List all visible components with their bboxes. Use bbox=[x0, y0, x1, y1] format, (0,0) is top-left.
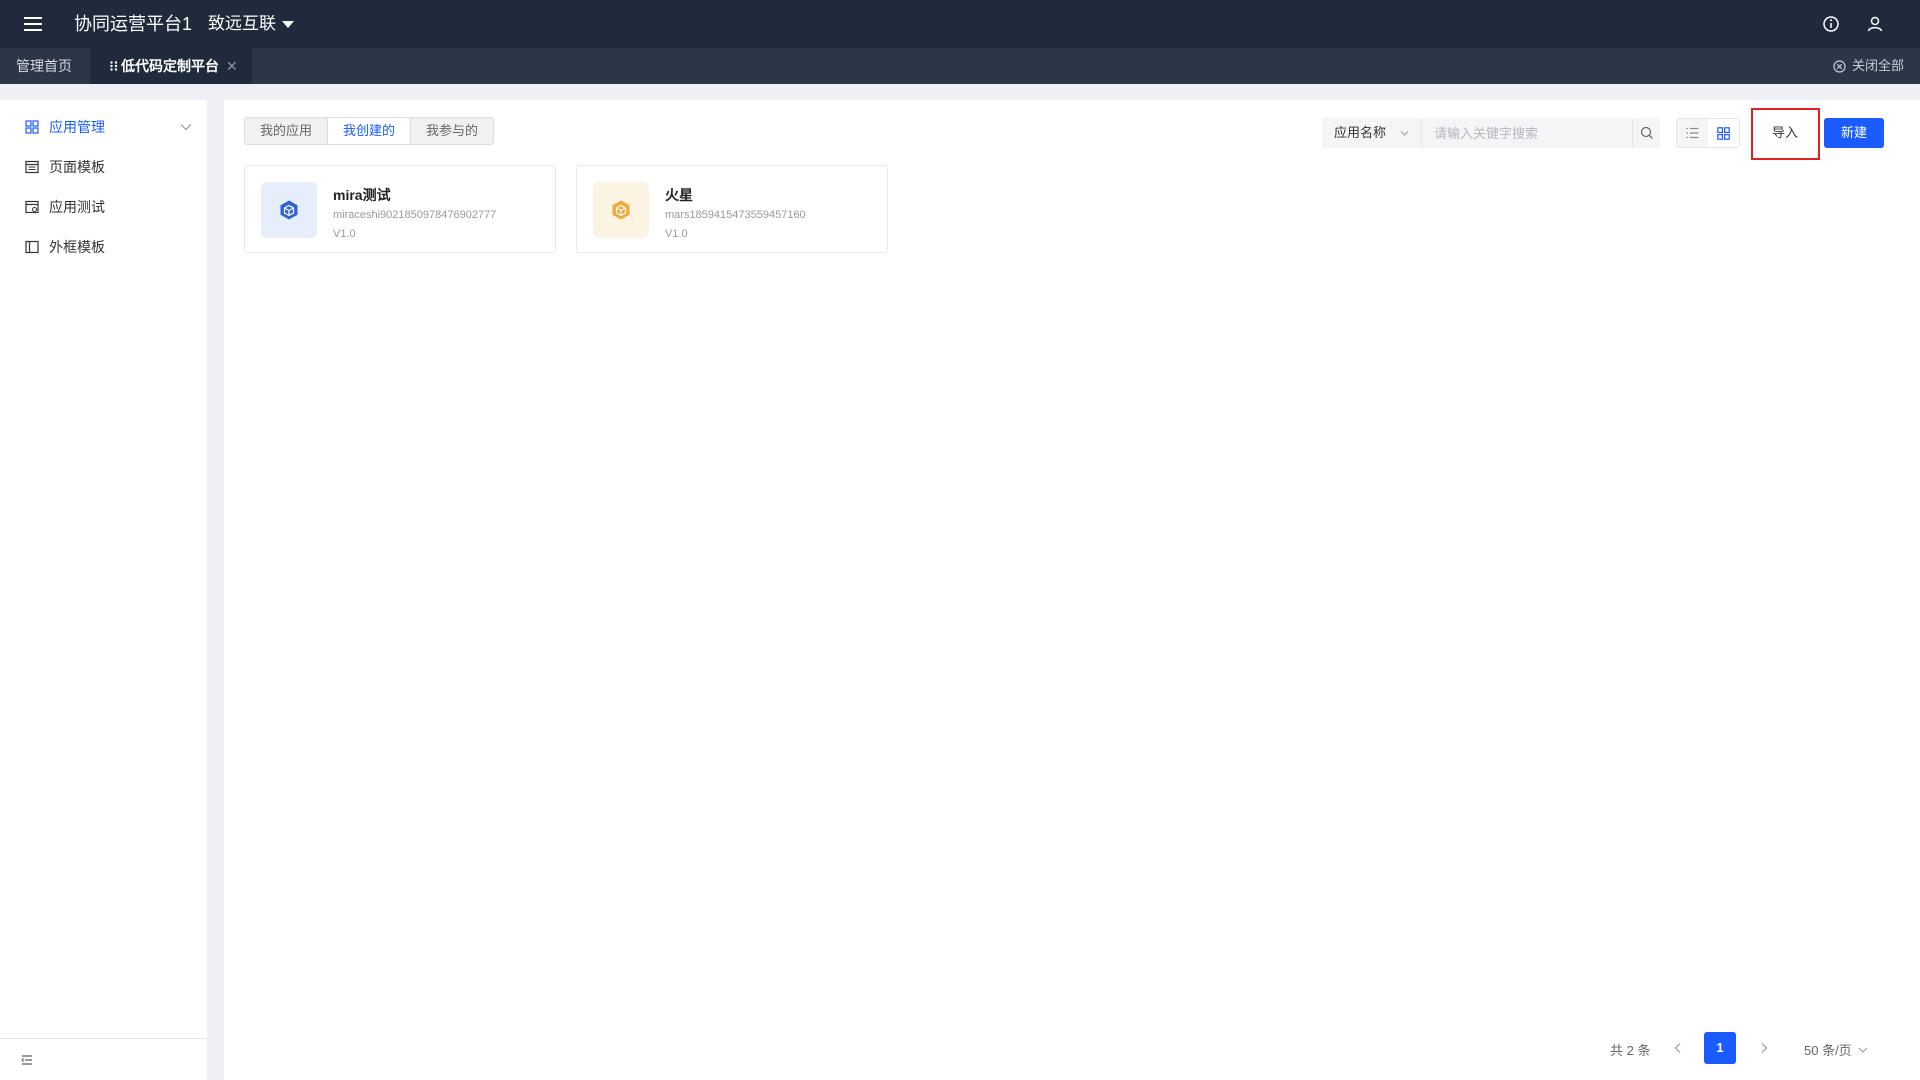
cube-icon bbox=[280, 200, 298, 220]
chevron-down-icon bbox=[1400, 131, 1409, 136]
close-tab-icon[interactable]: ✕ bbox=[226, 48, 238, 84]
sidebar: 应用管理 页面模板 应用测试 外框模板 bbox=[0, 100, 207, 1080]
chevron-down-icon bbox=[1858, 1047, 1868, 1053]
search-button[interactable] bbox=[1632, 118, 1660, 148]
grid-view-icon bbox=[1717, 127, 1730, 140]
frame-template-icon bbox=[25, 240, 39, 254]
search-icon bbox=[1640, 126, 1653, 139]
app-filter-tabs: 我的应用 我创建的 我参与的 bbox=[244, 117, 495, 145]
list-view-button[interactable] bbox=[1677, 119, 1708, 147]
menu-icon[interactable] bbox=[24, 17, 42, 31]
app-version: V1.0 bbox=[665, 228, 688, 240]
sidebar-item-label: 页面模板 bbox=[49, 159, 105, 175]
search-field-label: 应用名称 bbox=[1334, 125, 1387, 140]
search-group: 应用名称 bbox=[1322, 118, 1660, 148]
search-input[interactable] bbox=[1422, 118, 1632, 148]
new-button[interactable]: 新建 bbox=[1824, 118, 1884, 148]
org-name: 致远互联 bbox=[208, 14, 276, 33]
chevron-left-icon[interactable] bbox=[1672, 1042, 1684, 1054]
sidebar-item-frame-template[interactable]: 外框模板 bbox=[0, 227, 207, 267]
user-icon[interactable] bbox=[1865, 14, 1885, 34]
page-size-select[interactable]: 50 条/页 bbox=[1804, 1040, 1868, 1059]
page-number-current[interactable]: 1 bbox=[1704, 1032, 1736, 1064]
app-name: 火星 bbox=[665, 187, 693, 203]
import-button[interactable]: 导入 bbox=[1756, 118, 1814, 148]
app-test-icon bbox=[25, 200, 39, 214]
page-template-icon bbox=[25, 160, 39, 174]
tab-participated[interactable]: 我参与的 bbox=[411, 118, 493, 144]
org-selector[interactable]: 致远互联 bbox=[208, 12, 294, 36]
app-code: mars1859415473559457160 bbox=[665, 209, 806, 221]
tab-home[interactable]: 管理首页 bbox=[16, 48, 72, 84]
tab-created-by-me[interactable]: 我创建的 bbox=[327, 118, 412, 144]
grid-icon bbox=[25, 120, 39, 134]
sidebar-item-label: 应用测试 bbox=[49, 199, 105, 215]
drag-handle-icon bbox=[110, 61, 118, 71]
top-bar: 协同运营平台1 致远互联 bbox=[0, 0, 1920, 48]
info-icon[interactable] bbox=[1821, 14, 1841, 34]
app-code: miraceshi9021850978476902777 bbox=[333, 209, 497, 221]
app-icon bbox=[261, 182, 317, 238]
sidebar-item-app-test[interactable]: 应用测试 bbox=[0, 187, 207, 227]
app-name: mira测试 bbox=[333, 187, 391, 203]
tab-label: 低代码定制平台 bbox=[121, 58, 219, 74]
chevron-down-icon[interactable] bbox=[180, 121, 192, 133]
app-title: 协同运营平台1 bbox=[74, 14, 193, 34]
sidebar-footer bbox=[0, 1038, 207, 1080]
collapse-menu-icon[interactable] bbox=[21, 1054, 33, 1066]
close-all-button[interactable]: 关闭全部 bbox=[1833, 48, 1904, 84]
caret-down-icon bbox=[282, 20, 294, 28]
app-icon bbox=[593, 182, 649, 238]
search-field-select[interactable]: 应用名称 bbox=[1322, 118, 1422, 148]
sidebar-item-page-template[interactable]: 页面模板 bbox=[0, 147, 207, 187]
pagination: 共 2 条 1 50 条/页 bbox=[224, 1032, 1920, 1064]
app-version: V1.0 bbox=[333, 228, 356, 240]
view-toggle bbox=[1676, 118, 1740, 148]
tab-my-apps[interactable]: 我的应用 bbox=[245, 118, 327, 144]
tab-lowcode-platform[interactable]: 低代码定制平台 ✕ bbox=[90, 48, 252, 84]
sidebar-item-label: 应用管理 bbox=[49, 119, 105, 135]
app-card[interactable]: 火星 mars1859415473559457160 V1.0 bbox=[576, 165, 888, 253]
app-card[interactable]: mira测试 miraceshi9021850978476902777 V1.0 bbox=[244, 165, 556, 253]
grid-view-button[interactable] bbox=[1708, 119, 1739, 147]
cube-icon bbox=[612, 200, 630, 220]
chevron-right-icon[interactable] bbox=[1758, 1042, 1770, 1054]
total-count: 共 2 条 bbox=[1610, 1043, 1651, 1058]
close-all-label: 关闭全部 bbox=[1851, 58, 1904, 73]
close-circle-icon bbox=[1833, 59, 1846, 73]
tab-bar: 管理首页 低代码定制平台 ✕ 关闭全部 bbox=[0, 48, 1920, 84]
list-view-icon bbox=[1686, 127, 1699, 139]
main-panel: 我的应用 我创建的 我参与的 应用名称 请输入关键字搜索 导入 新建 mira测… bbox=[224, 100, 1920, 1080]
sidebar-item-app-management[interactable]: 应用管理 bbox=[0, 107, 207, 147]
sidebar-item-label: 外框模板 bbox=[49, 239, 105, 255]
page-size-label: 50 条/页 bbox=[1804, 1043, 1852, 1058]
